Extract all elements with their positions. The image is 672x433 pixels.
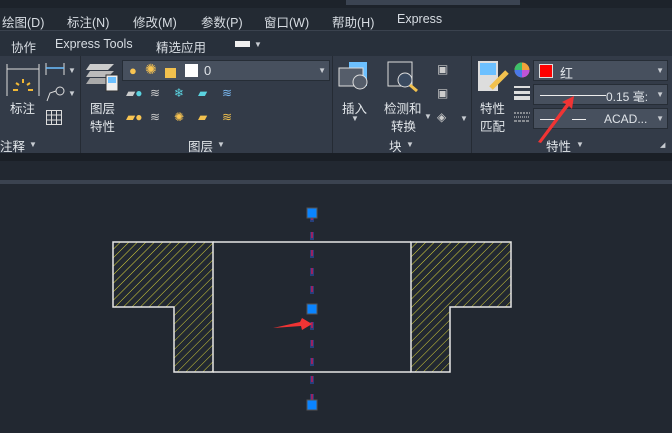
tab-featured-apps[interactable]: 精选应用 bbox=[156, 37, 206, 56]
match-properties-label[interactable]: 特性 bbox=[480, 98, 505, 117]
chevron-down-icon: ▼ bbox=[656, 114, 664, 123]
grip-top bbox=[306, 207, 318, 219]
layer-tools: ▰● ≋ ❄ ▰ ≋ ▰● ≋ ✺ ▰ ≋ bbox=[126, 86, 246, 130]
table-icon[interactable] bbox=[46, 110, 62, 125]
menu-window[interactable]: 窗口(W) bbox=[264, 12, 309, 31]
layer-freeze-icon[interactable]: ❄ bbox=[174, 86, 184, 100]
color-dropdown[interactable]: 红 ▼ bbox=[533, 60, 668, 81]
chevron-down-icon[interactable]: ▼ bbox=[351, 114, 359, 123]
layer-dropdown[interactable]: ● ✺ 0 ▼ bbox=[122, 60, 330, 81]
linetype-icon[interactable] bbox=[514, 112, 530, 124]
current-layer-name: 0 bbox=[204, 63, 212, 78]
chevron-down-icon[interactable]: ▼ bbox=[254, 40, 262, 49]
title-search-field[interactable] bbox=[346, 0, 520, 5]
layer-thaw-icon[interactable]: ✺ bbox=[174, 110, 184, 124]
hatch-right bbox=[410, 241, 512, 373]
title-bar bbox=[0, 0, 672, 8]
detect-convert-label[interactable]: 检测和 bbox=[384, 98, 422, 117]
edit-attributes-icon[interactable]: ◈ bbox=[437, 110, 446, 124]
tab-express-tools[interactable]: Express Tools bbox=[55, 37, 133, 51]
detect-convert-label-2[interactable]: 转换 bbox=[391, 116, 416, 135]
chevron-down-icon[interactable]: ▼ bbox=[576, 140, 584, 149]
chevron-down-icon: ▼ bbox=[656, 90, 664, 99]
linetype-value: ACAD... bbox=[604, 112, 648, 126]
layer-off-icon[interactable]: ▰● bbox=[126, 86, 142, 100]
color-swatch bbox=[539, 64, 553, 78]
chevron-down-icon: ▼ bbox=[656, 66, 664, 75]
match-properties-label-2[interactable]: 匹配 bbox=[480, 116, 505, 135]
menu-modify[interactable]: 修改(M) bbox=[133, 12, 177, 31]
grip-mid bbox=[306, 303, 318, 315]
annotation-arrow-icon bbox=[538, 96, 574, 143]
layer-on-icon[interactable]: ▰● bbox=[126, 110, 142, 124]
chevron-down-icon[interactable]: ▼ bbox=[406, 140, 414, 149]
insert-block-icon[interactable] bbox=[338, 60, 372, 90]
tab-collaborate[interactable]: 协作 bbox=[11, 37, 36, 56]
chevron-down-icon[interactable]: ▼ bbox=[460, 114, 468, 123]
chevron-down-icon[interactable]: ▼ bbox=[68, 66, 76, 75]
ribbon-bottom-border bbox=[0, 153, 672, 161]
drawing-canvas[interactable] bbox=[0, 184, 672, 433]
chevron-down-icon[interactable]: ▼ bbox=[217, 140, 225, 149]
layer-properties-icon[interactable] bbox=[85, 60, 119, 92]
annotation-arrow bbox=[273, 318, 312, 330]
menu-draw[interactable]: 绘图(D) bbox=[2, 12, 44, 31]
lineweight-value: 0.15 毫: bbox=[606, 90, 649, 104]
layer-color-swatch bbox=[185, 64, 198, 77]
chevron-down-icon[interactable]: ▼ bbox=[424, 112, 432, 121]
linear-dimension-icon[interactable] bbox=[45, 62, 65, 76]
ribbon-tab-bar: 协作 Express Tools 精选应用 ▼ bbox=[0, 31, 672, 56]
ribbon-minimize-button[interactable] bbox=[235, 41, 250, 47]
lightbulb-icon[interactable]: ● bbox=[129, 63, 137, 78]
lineweight-icon[interactable] bbox=[514, 86, 530, 100]
layer-unlock-icon[interactable]: ▰ bbox=[198, 110, 207, 124]
ribbon: 标注 ▼ ▼ 注释 ▼ 图层 特性 ● ✺ 0 ▼ ▰● ≋ ❄ ▰ ≋ ▰● … bbox=[0, 56, 672, 154]
edit-block-icon[interactable]: ▣ bbox=[437, 86, 448, 100]
panel-divider bbox=[80, 56, 81, 153]
layer-match-icon[interactable]: ≋ bbox=[222, 110, 232, 124]
layer-properties-label[interactable]: 图层 bbox=[90, 98, 115, 117]
leader-icon[interactable] bbox=[45, 86, 65, 102]
layer-lock-icon[interactable]: ▰ bbox=[198, 86, 207, 100]
chevron-down-icon[interactable]: ▼ bbox=[68, 89, 76, 98]
make-current-icon[interactable]: ≋ bbox=[222, 86, 232, 100]
chevron-down-icon: ▼ bbox=[318, 66, 326, 75]
grip-bottom bbox=[306, 399, 318, 411]
layer-properties-label-2[interactable]: 特性 bbox=[90, 116, 115, 135]
menu-help[interactable]: 帮助(H) bbox=[332, 12, 374, 31]
chevron-down-icon[interactable]: ▼ bbox=[29, 140, 37, 149]
sun-icon[interactable]: ✺ bbox=[145, 61, 157, 78]
panel-divider bbox=[332, 56, 333, 153]
dimension-label[interactable]: 标注 bbox=[10, 98, 35, 117]
menu-express[interactable]: Express bbox=[397, 12, 442, 26]
color-wheel-icon[interactable] bbox=[514, 62, 530, 78]
panel-divider bbox=[471, 56, 472, 153]
dimension-icon[interactable] bbox=[4, 62, 40, 98]
create-block-icon[interactable]: ▣ bbox=[437, 62, 448, 76]
menu-parametric[interactable]: 参数(P) bbox=[201, 12, 243, 31]
menu-bar: 绘图(D) 标注(N) 修改(M) 参数(P) 窗口(W) 帮助(H) Expr… bbox=[0, 8, 672, 31]
hatch-left bbox=[112, 241, 214, 373]
unlock-icon[interactable] bbox=[165, 68, 176, 78]
menu-dimension[interactable]: 标注(N) bbox=[67, 12, 109, 31]
layer-unisolate-icon[interactable]: ≋ bbox=[150, 110, 160, 124]
match-properties-icon[interactable] bbox=[477, 60, 511, 94]
color-value: 红 bbox=[560, 66, 574, 81]
layer-isolate-icon[interactable]: ≋ bbox=[150, 86, 160, 100]
detect-convert-icon[interactable] bbox=[387, 60, 421, 92]
panel-launcher-icon[interactable]: ◢ bbox=[660, 141, 665, 149]
